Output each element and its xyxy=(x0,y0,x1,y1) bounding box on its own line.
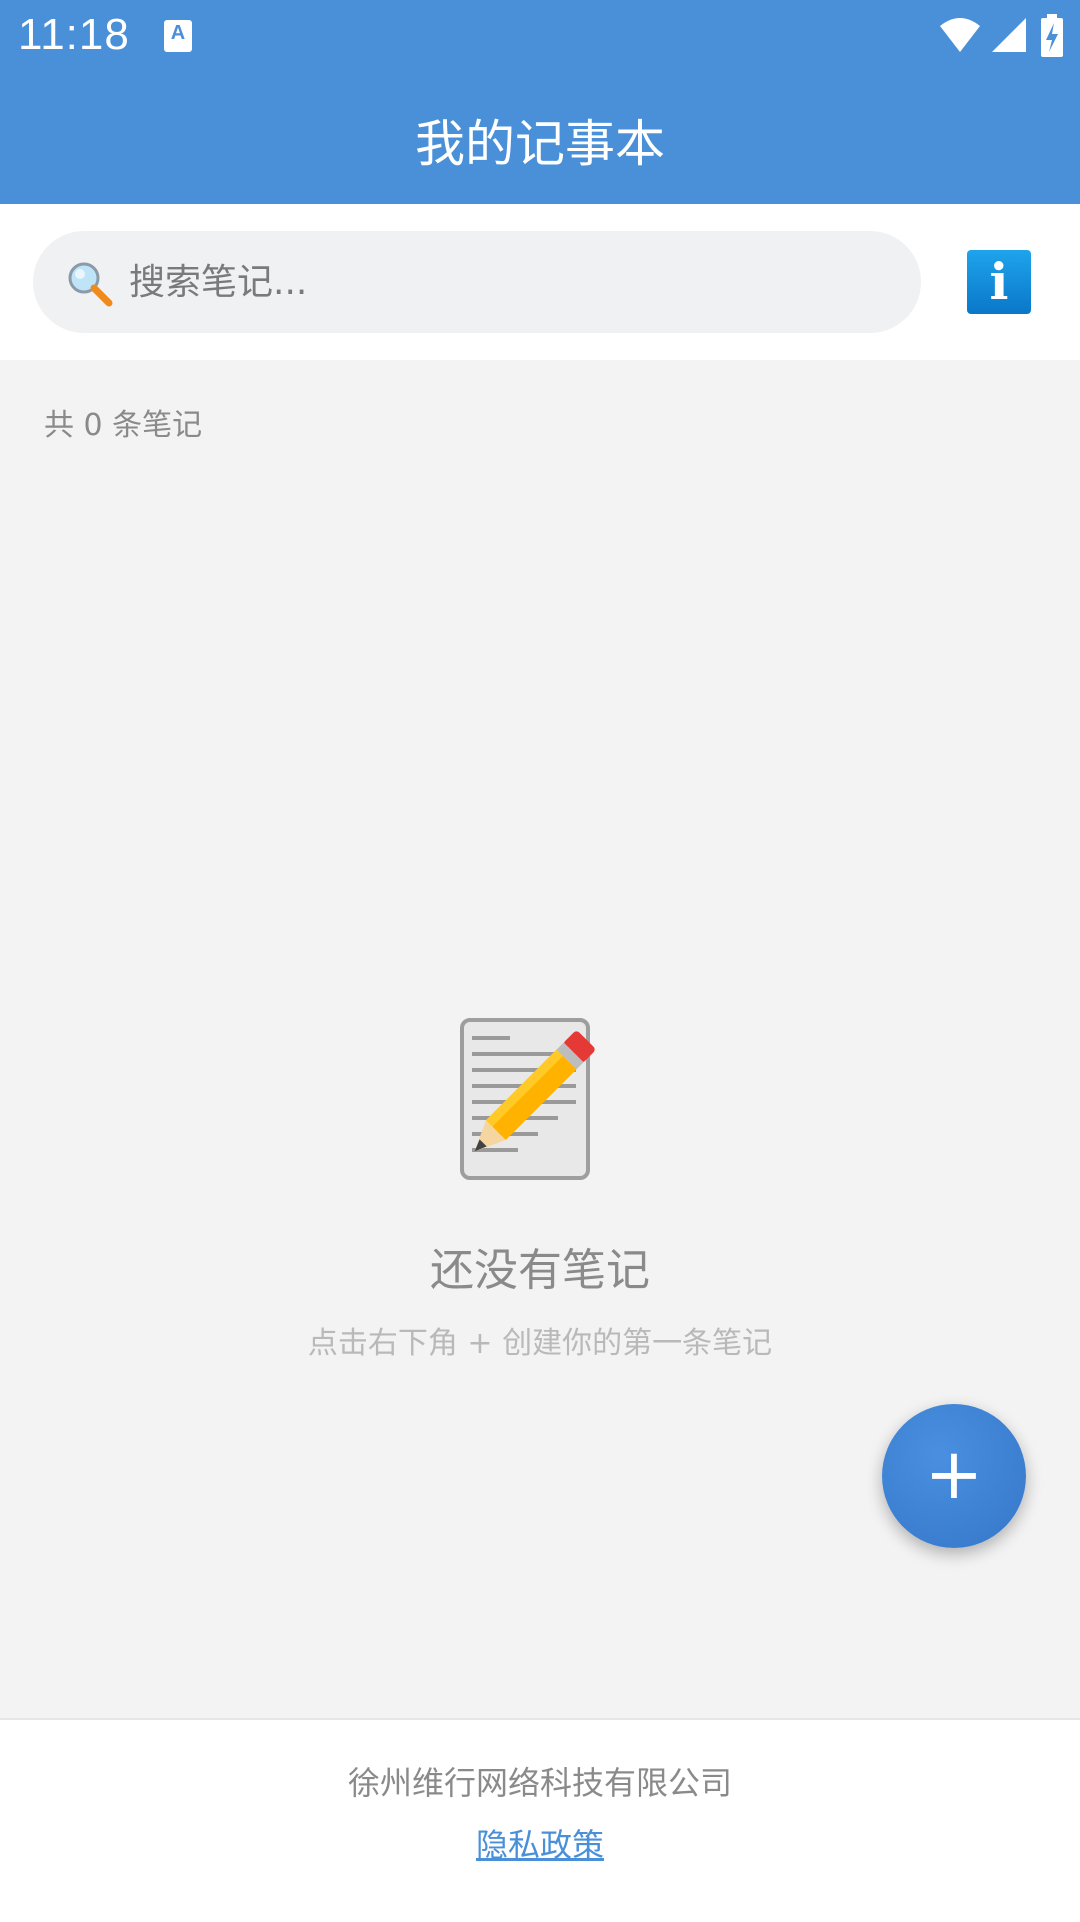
add-note-button[interactable]: + xyxy=(882,1404,1026,1548)
empty-state-hint: 点击右下角 + 创建你的第一条笔记 xyxy=(307,1326,773,1361)
status-time: 11:18 xyxy=(18,10,130,59)
search-section: i xyxy=(0,204,1080,360)
info-button[interactable]: i xyxy=(967,250,1031,314)
footer: 徐州维行网络科技有限公司 隐私政策 xyxy=(0,1718,1080,1922)
empty-state-title: 还没有笔记 xyxy=(430,1245,650,1296)
signal-icon xyxy=(992,18,1026,52)
search-input[interactable] xyxy=(129,231,889,333)
search-bar[interactable] xyxy=(33,231,921,333)
notification-a-icon: A xyxy=(164,20,192,52)
plus-icon: + xyxy=(924,1433,984,1515)
battery-charging-icon xyxy=(1041,14,1063,57)
privacy-policy-link[interactable]: 隐私政策 xyxy=(0,1820,1080,1866)
memo-pencil-icon xyxy=(460,1018,595,1180)
page-title: 我的记事本 xyxy=(415,115,665,173)
note-count-label: 共 0 条笔记 xyxy=(44,408,203,443)
app-bar: 11:18 A 我的记事本 xyxy=(0,0,1080,204)
search-icon xyxy=(68,262,113,307)
company-name: 徐州维行网络科技有限公司 xyxy=(347,1764,732,1802)
info-icon: i xyxy=(989,252,1009,311)
wifi-icon xyxy=(940,18,980,52)
